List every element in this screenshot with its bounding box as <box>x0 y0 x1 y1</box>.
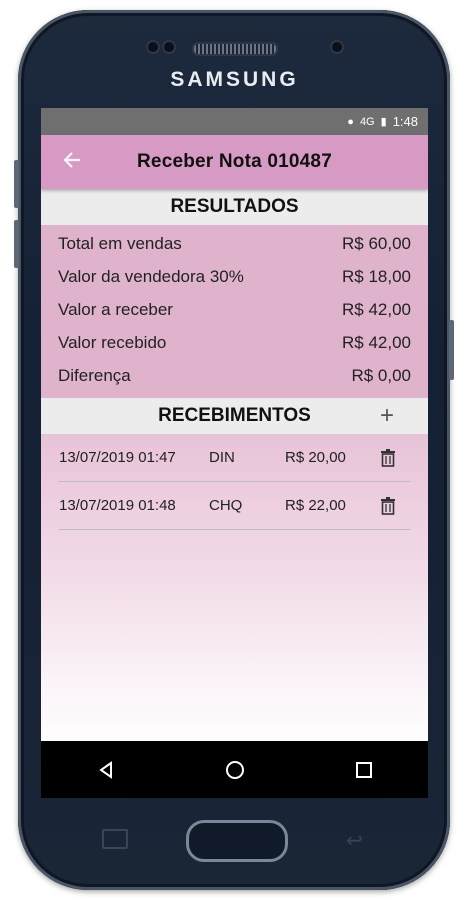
result-value: R$ 42,00 <box>342 299 411 319</box>
page-title: Receber Nota 010487 <box>137 151 332 172</box>
status-bar: ● 4G ▮ 1:48 <box>41 108 428 135</box>
recent-apps-square-icon[interactable] <box>352 758 376 782</box>
location-icon: ● <box>347 115 354 128</box>
results-header: RESULTADOS <box>41 189 428 225</box>
volume-button <box>14 160 19 208</box>
result-row-total-vendas: Total em vendas R$ 60,00 <box>41 227 428 260</box>
trash-icon[interactable] <box>380 497 396 515</box>
result-label: Valor a receber <box>58 299 173 319</box>
result-label: Valor recebido <box>58 332 167 352</box>
result-value: R$ 42,00 <box>342 332 411 352</box>
screen: ● 4G ▮ 1:48 Receber Nota 010487 RESULTAD… <box>41 108 428 798</box>
system-navigation-bar <box>41 741 428 798</box>
result-row-valor-recebido: Valor recebido R$ 42,00 <box>41 326 428 359</box>
brand-logo: SAMSUNG <box>170 68 299 91</box>
result-label: Diferença <box>58 365 131 385</box>
battery-icon: ▮ <box>380 116 387 128</box>
result-value: R$ 18,00 <box>342 266 411 286</box>
recebimentos-header: RECEBIMENTOS + <box>41 398 428 434</box>
add-recebimento-button[interactable]: + <box>380 402 394 430</box>
home-circle-icon[interactable] <box>223 758 247 782</box>
item-type: DIN <box>209 449 235 466</box>
trash-icon[interactable] <box>380 449 396 467</box>
results-header-label: RESULTADOS <box>170 196 299 217</box>
front-camera-icon <box>146 40 160 54</box>
back-triangle-icon[interactable] <box>94 758 118 782</box>
app-bar: Receber Nota 010487 <box>41 135 428 189</box>
recebimentos-header-label: RECEBIMENTOS <box>158 405 311 426</box>
item-datetime: 13/07/2019 01:48 <box>59 497 176 514</box>
result-value: R$ 60,00 <box>342 233 411 253</box>
volume-button-2 <box>14 220 19 268</box>
status-time: 1:48 <box>392 114 418 129</box>
capacitive-back-icon: ↩ <box>346 830 363 852</box>
result-value: R$ 0,00 <box>351 365 411 385</box>
signal-icon: 4G <box>359 115 375 128</box>
item-datetime: 13/07/2019 01:47 <box>59 449 176 466</box>
recebimentos-list: 13/07/2019 01:47 DIN R$ 20,00 13/07/2019… <box>41 434 428 746</box>
result-row-valor-receber: Valor a receber R$ 42,00 <box>41 293 428 326</box>
power-button <box>449 320 454 380</box>
result-row-valor-vendedora: Valor da vendedora 30% R$ 18,00 <box>41 260 428 293</box>
proximity-sensor-icon <box>330 40 344 54</box>
result-label: Valor da vendedora 30% <box>58 266 244 286</box>
item-value: R$ 20,00 <box>285 449 346 466</box>
item-value: R$ 22,00 <box>285 497 346 514</box>
earpiece-speaker <box>192 42 278 56</box>
result-label: Total em vendas <box>58 233 182 253</box>
item-type: CHQ <box>209 497 243 514</box>
physical-home-button[interactable] <box>186 820 288 862</box>
arrow-left-icon[interactable] <box>61 149 83 177</box>
result-row-diferenca: Diferença R$ 0,00 <box>41 359 428 392</box>
list-item[interactable]: 13/07/2019 01:48 CHQ R$ 22,00 <box>59 482 410 530</box>
sensor-icon <box>162 40 176 54</box>
capacitive-recent-icon <box>102 829 128 849</box>
results-panel: Total em vendas R$ 60,00 Valor da vended… <box>41 225 428 398</box>
list-item[interactable]: 13/07/2019 01:47 DIN R$ 20,00 <box>59 434 410 482</box>
